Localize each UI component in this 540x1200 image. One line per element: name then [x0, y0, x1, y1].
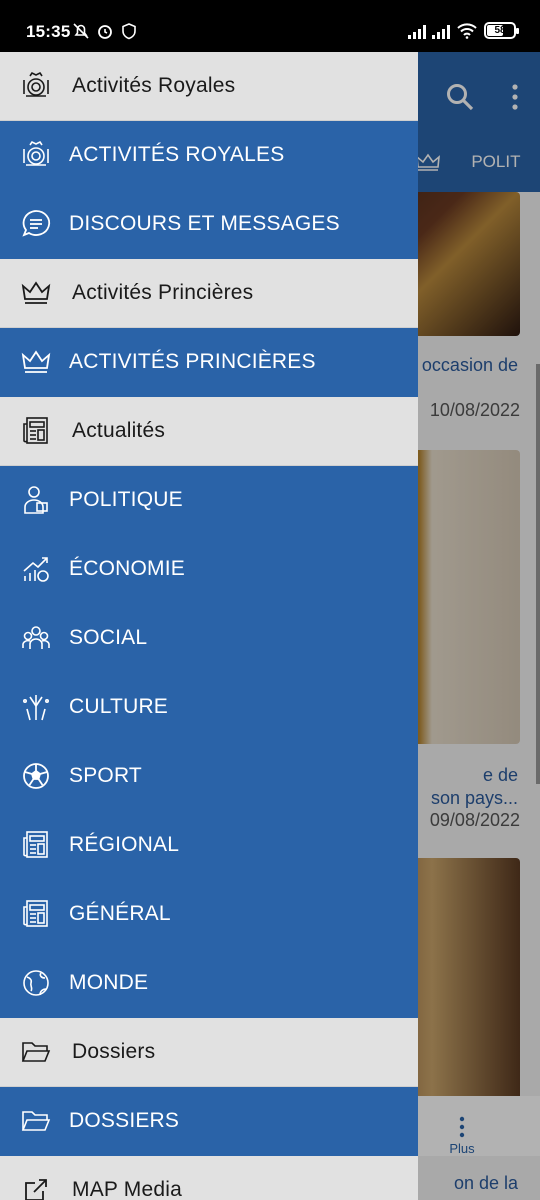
newspaper-icon	[18, 827, 54, 863]
crown-icon	[18, 344, 54, 380]
status-notification-icons	[72, 22, 138, 40]
external-link-icon	[18, 1172, 54, 1200]
drawer-section-map-media[interactable]: MAP Media	[0, 1156, 418, 1200]
royal-seal-icon	[18, 68, 54, 104]
newspaper-icon	[18, 413, 54, 449]
drawer-item-culture[interactable]: CULTURE	[0, 673, 418, 742]
drawer-item-monde[interactable]: MONDE	[0, 949, 418, 1018]
alarm-icon	[98, 25, 112, 39]
drawer-section-actualites[interactable]: Actualités	[0, 397, 418, 466]
signal-icon	[408, 23, 426, 39]
soccer-ball-icon	[18, 758, 54, 794]
drawer-item-social[interactable]: SOCIAL	[0, 604, 418, 673]
drawer-item-economie[interactable]: ÉCONOMIE	[0, 535, 418, 604]
navigation-drawer: Activités Royales ACTIVITÉS ROYALES DISC…	[0, 52, 418, 1200]
drawer-section-activites-princieres[interactable]: Activités Princières	[0, 259, 418, 328]
royal-seal-icon	[18, 137, 54, 173]
drawer-item-dossiers[interactable]: DOSSIERS	[0, 1087, 418, 1156]
wifi-icon	[457, 23, 477, 39]
drawer-item-regional[interactable]: RÉGIONAL	[0, 811, 418, 880]
status-bar: 15:35 58	[0, 0, 540, 52]
drawer-section-activites-royales[interactable]: Activités Royales	[0, 52, 418, 121]
person-icon	[18, 482, 54, 518]
mute-bell-icon	[73, 23, 89, 39]
folder-icon	[18, 1103, 54, 1139]
drawer-item-politique[interactable]: POLITIQUE	[0, 466, 418, 535]
chart-growth-icon	[18, 551, 54, 587]
drawer-item-activites-princieres[interactable]: ACTIVITÉS PRINCIÈRES	[0, 328, 418, 397]
fireworks-icon	[18, 689, 54, 725]
newspaper-icon	[18, 896, 54, 932]
crown-icon	[18, 275, 54, 311]
shield-icon	[122, 23, 136, 40]
globe-icon	[18, 965, 54, 1001]
signal-icon-2	[432, 23, 450, 39]
chat-bubble-icon	[18, 206, 54, 242]
drawer-item-general[interactable]: GÉNÉRAL	[0, 880, 418, 949]
drawer-item-discours-et-messages[interactable]: DISCOURS ET MESSAGES	[0, 190, 418, 259]
folder-icon	[18, 1034, 54, 1070]
clock: 15:35	[26, 22, 71, 41]
drawer-item-activites-royales[interactable]: ACTIVITÉS ROYALES	[0, 121, 418, 190]
battery-indicator: 58	[484, 22, 519, 39]
group-icon	[18, 620, 54, 656]
drawer-item-sport[interactable]: SPORT	[0, 742, 418, 811]
drawer-section-dossiers[interactable]: Dossiers	[0, 1018, 418, 1087]
